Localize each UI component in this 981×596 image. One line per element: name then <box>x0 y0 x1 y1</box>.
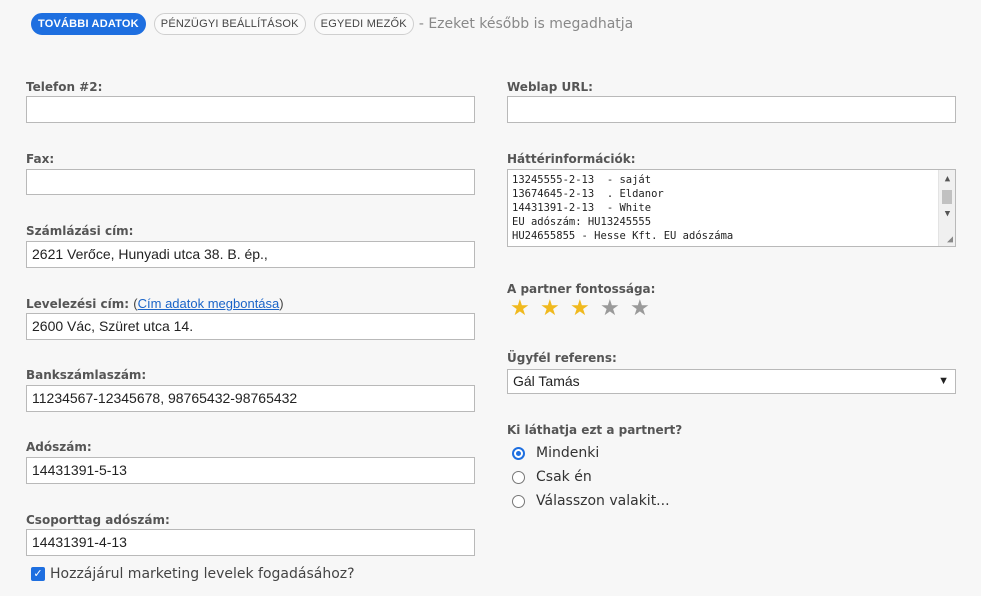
star-icon[interactable]: ★ <box>600 297 630 321</box>
radio-button[interactable] <box>512 446 525 460</box>
postal-address-label: Levelezési cím: (Cím adatok megbontása) <box>26 296 284 311</box>
marketing-consent-label: Hozzájárul marketing levelek fogadásához… <box>50 566 355 582</box>
postal-address-input[interactable]: 2600 Vác, Szüret utca 14. <box>26 313 475 340</box>
postal-address-label-text: Levelezési cím: <box>26 297 130 311</box>
website-input[interactable] <box>507 96 956 123</box>
star-icon[interactable]: ★ <box>630 297 660 321</box>
visibility-radio-group: Mindenki Csak én Válasszon valakit... <box>512 441 670 513</box>
radio-button[interactable] <box>512 494 525 508</box>
website-label: Weblap URL: <box>507 80 593 94</box>
fax-label: Fax: <box>26 152 55 166</box>
tabs-note: - Ezeket később is megadhatja <box>418 16 634 32</box>
phone2-label: Telefon #2: <box>26 80 103 94</box>
star-icon[interactable]: ★ <box>570 297 600 321</box>
visibility-option-everyone[interactable]: Mindenki <box>512 441 670 465</box>
tax-number-label: Adószám: <box>26 440 92 454</box>
importance-label: A partner fontossága: <box>507 282 656 296</box>
importance-rating[interactable]: ★ ★ ★ ★ ★ <box>510 297 660 321</box>
split-address-link[interactable]: Cím adatok megbontása <box>138 296 280 311</box>
scroll-thumb[interactable] <box>942 190 952 204</box>
tax-number-input[interactable]: 14431391-5-13 <box>26 457 475 484</box>
bank-account-input[interactable]: 11234567-12345678, 98765432-98765432 <box>26 385 475 412</box>
tab-additional-data[interactable]: TOVÁBBI ADATOK <box>31 13 146 35</box>
fax-input[interactable] <box>26 169 475 195</box>
group-tax-number-input[interactable]: 14431391-4-13 <box>26 529 475 556</box>
postal-link-close: ) <box>279 296 284 311</box>
resize-handle-icon[interactable]: ◢ <box>947 234 953 245</box>
star-icon[interactable]: ★ <box>510 297 540 321</box>
visibility-label: Ki láthatja ezt a partnert? <box>507 423 683 437</box>
group-tax-number-label: Csoporttag adószám: <box>26 513 170 527</box>
referent-select[interactable]: Gál Tamás ▼ <box>507 369 956 394</box>
radio-button[interactable] <box>512 470 525 484</box>
background-info-textarea[interactable]: 13245555-2-13 - saját 13674645-2-13 . El… <box>507 169 956 247</box>
marketing-consent-row[interactable]: ✓ Hozzájárul marketing levelek fogadásáh… <box>31 566 355 582</box>
tab-financial-settings[interactable]: PÉNZÜGYI BEÁLLÍTÁSOK <box>153 13 306 35</box>
billing-address-label: Számlázási cím: <box>26 224 134 238</box>
tab-bar: TOVÁBBI ADATOK PÉNZÜGYI BEÁLLÍTÁSOK EGYE… <box>31 13 633 35</box>
billing-address-input[interactable]: 2621 Verőce, Hunyadi utca 38. B. ép., <box>26 241 475 268</box>
phone2-input[interactable] <box>26 96 475 123</box>
referent-selected-value: Gál Tamás <box>513 373 580 389</box>
bank-account-label: Bankszámlaszám: <box>26 368 147 382</box>
radio-label: Csak én <box>536 469 592 485</box>
star-icon[interactable]: ★ <box>540 297 570 321</box>
background-info-text: 13245555-2-13 - saját 13674645-2-13 . El… <box>512 174 734 242</box>
chevron-down-icon: ▼ <box>938 375 949 387</box>
background-info-label: Háttérinformációk: <box>507 152 636 166</box>
radio-label: Válasszon valakit... <box>536 493 670 509</box>
visibility-option-only-me[interactable]: Csak én <box>512 465 670 489</box>
referent-label: Ügyfél referens: <box>507 351 617 365</box>
visibility-option-choose[interactable]: Válasszon valakit... <box>512 489 670 513</box>
scroll-up-icon[interactable]: ▲ <box>939 172 955 186</box>
tab-custom-fields[interactable]: EGYEDI MEZŐK <box>313 13 414 35</box>
radio-label: Mindenki <box>536 445 600 461</box>
marketing-consent-checkbox[interactable]: ✓ <box>31 567 45 581</box>
scroll-down-icon[interactable]: ▼ <box>939 207 955 221</box>
